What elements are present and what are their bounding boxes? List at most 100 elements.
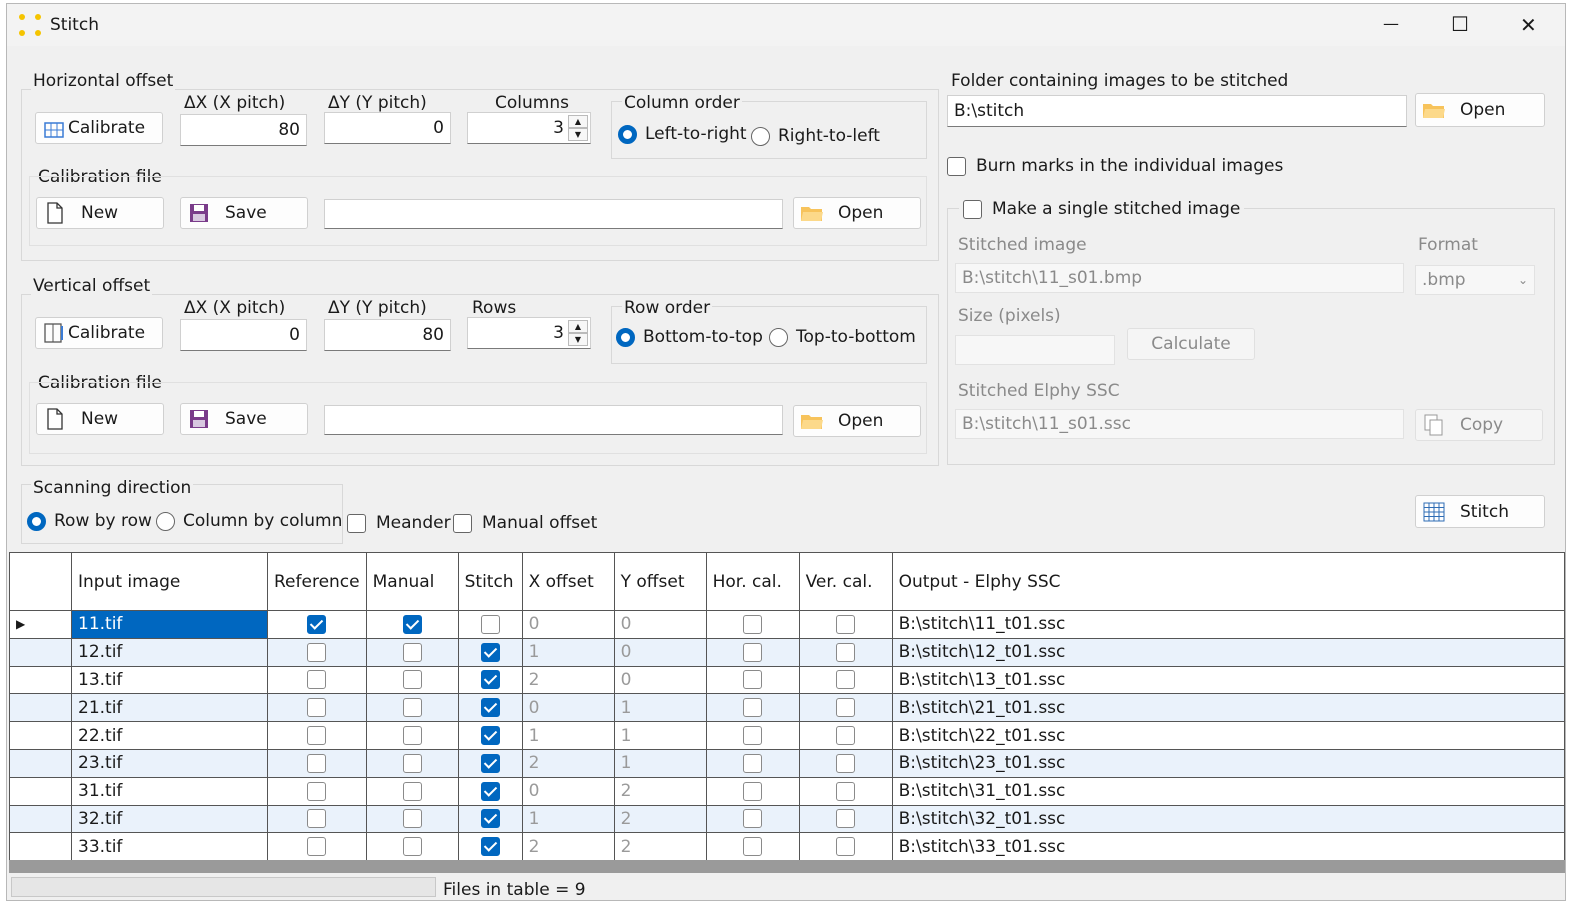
table-row[interactable]: 31.tif 0 2 B:\stitch\31_t01.ssc <box>9 776 1565 806</box>
x-offset-cell[interactable]: 1 <box>521 721 615 750</box>
right-to-left-radio[interactable]: Right-to-left <box>751 126 880 146</box>
reference-checkbox[interactable] <box>307 614 327 634</box>
stitch-cell[interactable] <box>457 610 523 639</box>
burn-marks-checkbox[interactable]: Burn marks in the individual images <box>947 156 1283 176</box>
ver-cal-checkbox[interactable] <box>836 614 856 634</box>
manual-cell[interactable] <box>365 693 459 723</box>
column-header-output[interactable]: Output - Elphy SSC <box>891 552 1565 611</box>
horizontal-calibrate-button[interactable]: Calibrate <box>35 112 163 144</box>
manual-cell[interactable] <box>365 721 459 750</box>
output-cell[interactable]: B:\stitch\21_t01.ssc <box>891 693 1565 723</box>
vertical-new-button[interactable]: New <box>36 403 164 435</box>
stitch-cell[interactable] <box>457 832 523 862</box>
x-offset-cell[interactable]: 2 <box>521 748 615 778</box>
ver-cal-cell[interactable] <box>798 610 893 639</box>
stitch-checkbox[interactable] <box>480 809 500 829</box>
stepper-up-icon[interactable]: ▲ <box>568 115 588 128</box>
format-select[interactable]: .bmp ⌄ <box>1415 265 1535 295</box>
stepper-down-icon[interactable]: ▼ <box>568 333 588 346</box>
manual-cell[interactable] <box>365 804 459 834</box>
reference-cell[interactable] <box>267 804 367 834</box>
folder-input[interactable]: B:\stitch <box>947 95 1407 127</box>
stitch-checkbox[interactable] <box>480 642 500 662</box>
left-to-right-radio[interactable]: Left-to-right <box>618 124 747 144</box>
folder-open-button[interactable]: Open <box>1415 93 1545 127</box>
vertical-save-button[interactable]: Save <box>180 403 308 435</box>
stitch-checkbox[interactable] <box>480 781 500 801</box>
stepper-up-icon[interactable]: ▲ <box>568 320 588 333</box>
size-input[interactable] <box>955 335 1115 365</box>
ver-cal-cell[interactable] <box>798 665 893 695</box>
hor-cal-checkbox[interactable] <box>743 670 763 690</box>
calculate-button[interactable]: Calculate <box>1127 328 1255 360</box>
ver-cal-cell[interactable] <box>798 776 893 806</box>
manual-checkbox[interactable] <box>402 809 422 829</box>
manual-cell[interactable] <box>365 637 459 667</box>
output-cell[interactable]: B:\stitch\33_t01.ssc <box>891 832 1565 862</box>
reference-cell[interactable] <box>267 748 367 778</box>
hor-cal-cell[interactable] <box>705 637 800 667</box>
stitch-cell[interactable] <box>457 804 523 834</box>
stitch-checkbox[interactable] <box>480 614 500 634</box>
output-cell[interactable]: B:\stitch\23_t01.ssc <box>891 748 1565 778</box>
hor-cal-cell[interactable] <box>705 693 800 723</box>
y-offset-cell[interactable]: 0 <box>613 610 707 639</box>
manual-checkbox[interactable] <box>402 726 422 746</box>
vertical-calibrate-button[interactable]: Calibrate <box>35 317 163 349</box>
input-image-cell[interactable]: 13.tif <box>71 665 268 695</box>
horizontal-open-button[interactable]: Open <box>793 197 921 229</box>
hor-cal-cell[interactable] <box>705 721 800 750</box>
stitch-cell[interactable] <box>457 693 523 723</box>
hor-cal-cell[interactable] <box>705 832 800 862</box>
x-offset-cell[interactable]: 0 <box>521 776 615 806</box>
y-offset-cell[interactable]: 1 <box>613 748 707 778</box>
single-image-checkbox[interactable]: Make a single stitched image <box>959 199 1245 219</box>
y-offset-cell[interactable]: 1 <box>613 693 707 723</box>
rows-stepper[interactable]: 3 ▲ ▼ <box>467 317 591 349</box>
x-offset-cell[interactable]: 1 <box>521 637 615 667</box>
vertical-dy-input[interactable]: 80 <box>324 319 451 351</box>
reference-cell[interactable] <box>267 610 367 639</box>
reference-cell[interactable] <box>267 665 367 695</box>
column-by-column-radio[interactable]: Column by column <box>156 511 342 531</box>
hor-cal-checkbox[interactable] <box>743 726 763 746</box>
hor-cal-checkbox[interactable] <box>743 809 763 829</box>
hor-cal-cell[interactable] <box>705 804 800 834</box>
row-by-row-radio[interactable]: Row by row <box>27 511 152 531</box>
table-row[interactable]: 22.tif 1 1 B:\stitch\22_t01.ssc <box>9 721 1565 750</box>
column-header-ver-cal[interactable]: Ver. cal. <box>798 552 893 611</box>
manual-checkbox[interactable] <box>402 670 422 690</box>
hor-cal-checkbox[interactable] <box>743 642 763 662</box>
stitch-cell[interactable] <box>457 776 523 806</box>
table-scrollbar[interactable] <box>9 860 1565 873</box>
stitched-image-input[interactable]: B:\stitch\11_s01.bmp <box>955 263 1404 293</box>
hor-cal-cell[interactable] <box>705 776 800 806</box>
ver-cal-checkbox[interactable] <box>836 698 856 718</box>
x-offset-cell[interactable]: 0 <box>521 693 615 723</box>
stitch-checkbox[interactable] <box>480 698 500 718</box>
output-cell[interactable]: B:\stitch\11_t01.ssc <box>891 610 1565 639</box>
input-image-cell[interactable]: 12.tif <box>71 637 268 667</box>
stitch-cell[interactable] <box>457 748 523 778</box>
y-offset-cell[interactable]: 2 <box>613 832 707 862</box>
reference-checkbox[interactable] <box>307 753 327 773</box>
top-to-bottom-radio[interactable]: Top-to-bottom <box>769 327 916 347</box>
y-offset-cell[interactable]: 0 <box>613 637 707 667</box>
reference-cell[interactable] <box>267 721 367 750</box>
minimize-button[interactable]: — <box>1383 14 1399 33</box>
reference-checkbox[interactable] <box>307 781 327 801</box>
y-offset-cell[interactable]: 1 <box>613 721 707 750</box>
y-offset-cell[interactable]: 2 <box>613 804 707 834</box>
reference-checkbox[interactable] <box>307 698 327 718</box>
table-row[interactable]: 33.tif 2 2 B:\stitch\33_t01.ssc <box>9 832 1565 862</box>
horizontal-save-button[interactable]: Save <box>180 197 308 229</box>
bottom-to-top-radio[interactable]: Bottom-to-top <box>616 327 763 347</box>
maximize-button[interactable]: ☐ <box>1451 12 1469 36</box>
ver-cal-checkbox[interactable] <box>836 670 856 690</box>
hor-cal-cell[interactable] <box>705 748 800 778</box>
ver-cal-checkbox[interactable] <box>836 642 856 662</box>
input-image-cell[interactable]: 21.tif <box>71 693 268 723</box>
ver-cal-cell[interactable] <box>798 804 893 834</box>
stitch-cell[interactable] <box>457 637 523 667</box>
manual-cell[interactable] <box>365 610 459 639</box>
